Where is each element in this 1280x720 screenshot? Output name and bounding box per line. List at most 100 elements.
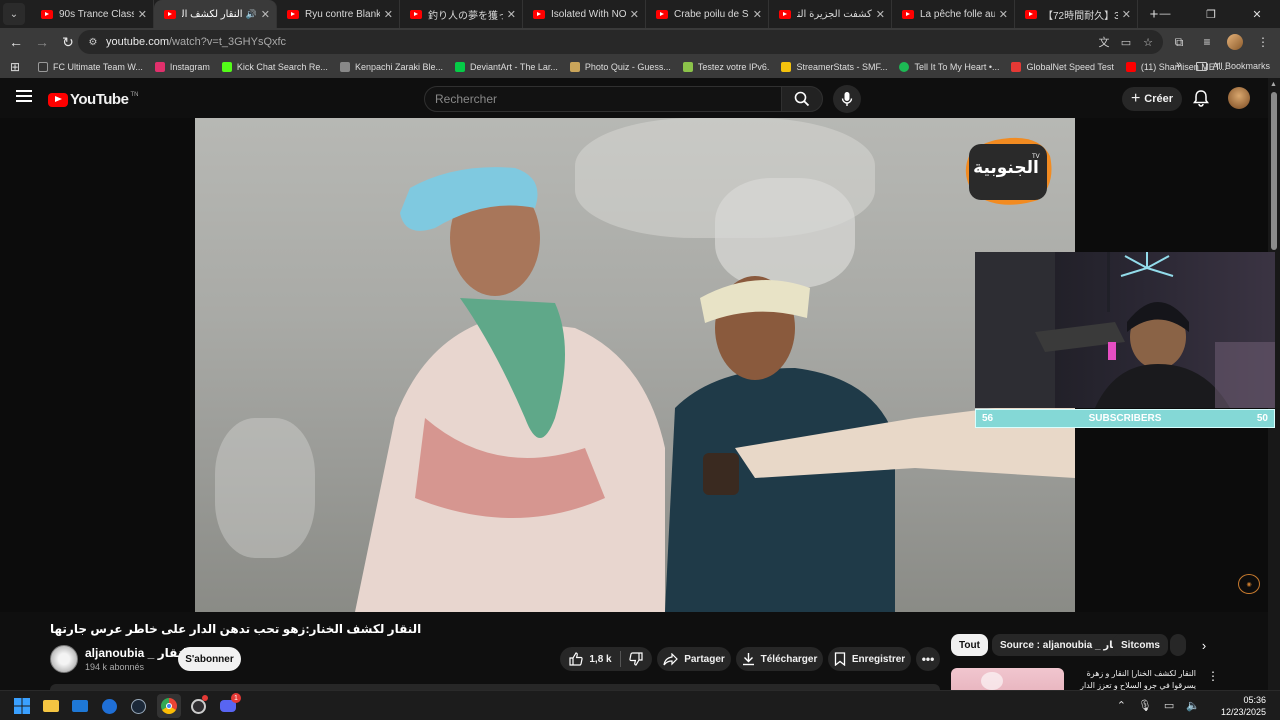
tab-title: Isolated With NO Fo: [551, 8, 626, 20]
close-window-icon[interactable]: ✕: [1234, 0, 1280, 28]
browser-tab[interactable]: Crabe poilu de Sappo ✕: [646, 0, 769, 28]
tab-search-icon[interactable]: ⌄: [3, 3, 25, 25]
steam-icon[interactable]: [126, 694, 150, 718]
create-button[interactable]: + Créer: [1122, 87, 1182, 111]
apps-grid-icon[interactable]: ⊞: [6, 58, 24, 76]
recommended-video-thumbnail[interactable]: [951, 668, 1064, 690]
bookmark-item[interactable]: Tell It To My Heart •...: [899, 62, 999, 72]
notifications-button[interactable]: [1191, 88, 1211, 108]
obs-icon[interactable]: [186, 694, 210, 718]
recommended-video-menu-icon[interactable]: ⋮: [1207, 669, 1219, 683]
restore-icon[interactable]: ❐: [1188, 0, 1234, 28]
edge-app-icon[interactable]: [97, 694, 121, 718]
voice-search-button[interactable]: [833, 85, 861, 113]
tab-close-icon[interactable]: ✕: [999, 8, 1008, 21]
channel-logo-text: الجنوبية: [973, 158, 1039, 177]
tab-close-icon[interactable]: ✕: [630, 8, 639, 21]
channel-subscriber-count: 194 k abonnés: [85, 662, 145, 672]
bookmarks-overflow-icon[interactable]: »: [1176, 59, 1182, 71]
profile-icon[interactable]: [1224, 31, 1246, 53]
browser-tab[interactable]: La pêche folle au Japo ✕: [892, 0, 1015, 28]
all-bookmarks-label: All Bookmarks: [1212, 61, 1270, 71]
tab-close-icon[interactable]: ✕: [138, 8, 147, 21]
subscribe-button[interactable]: S'abonner: [178, 647, 241, 671]
extensions-icon[interactable]: ⧉: [1168, 31, 1190, 53]
tray-chevron-icon[interactable]: ⌃: [1117, 699, 1126, 712]
minimize-icon[interactable]: —: [1142, 0, 1188, 28]
volume-icon[interactable]: 🔈: [1186, 699, 1200, 712]
search-button[interactable]: [781, 86, 823, 112]
bookmark-star-icon[interactable]: ☆: [1139, 33, 1157, 51]
bookmark-item[interactable]: DeviantArt - The Lar...: [454, 62, 558, 72]
channel-avatar[interactable]: [50, 645, 78, 673]
back-icon[interactable]: ←: [4, 30, 28, 54]
like-button[interactable]: 1,8 k: [569, 652, 612, 666]
url-text[interactable]: youtube.com/watch?v=t_3GHYsQxfc: [106, 36, 286, 48]
browser-tab[interactable]: 釣り人の夢を獲った！最 ✕: [400, 0, 523, 28]
cast-icon[interactable]: ▭: [1117, 33, 1135, 51]
channel-logo-tv: TV: [1032, 154, 1040, 160]
all-bookmarks-button[interactable]: All Bookmarks: [1196, 61, 1270, 71]
bookmark-item[interactable]: Testez votre IPv6.: [682, 62, 769, 72]
tab-close-icon[interactable]: ✕: [876, 8, 885, 21]
browser-tab[interactable]: Ryu contre Blanka (IA ✕: [277, 0, 400, 28]
bookmark-label: Instagram: [169, 62, 210, 72]
reload-icon[interactable]: ↻: [56, 30, 80, 54]
bookmark-label: Tell It To My Heart •...: [914, 62, 1000, 72]
media-controls-icon[interactable]: ≡: [1196, 31, 1218, 53]
bookmark-item[interactable]: Kenpachi Zaraki Ble...: [339, 62, 443, 72]
bookmark-item[interactable]: GlobalNet Speed Test: [1011, 62, 1114, 72]
microphone-tray-icon[interactable]: 🎙: [1138, 699, 1152, 712]
youtube-logo[interactable]: YouTube TN: [48, 91, 138, 108]
chrome-icon[interactable]: [157, 694, 181, 718]
bookmark-item[interactable]: StreamerStats - SMF...: [781, 62, 887, 72]
browser-tab[interactable]: 【72時間耐久】3泊4日 ✕: [1015, 0, 1138, 28]
browser-tab[interactable]: كشفت الجزيرة التونسية] ✕: [769, 0, 892, 28]
download-button[interactable]: Télécharger: [736, 647, 823, 671]
chips-next-icon[interactable]: ›: [1194, 635, 1214, 655]
network-icon[interactable]: ▭: [1164, 699, 1174, 712]
discord-badge: 1: [231, 693, 241, 703]
mail-icon[interactable]: [68, 694, 92, 718]
recommended-video-title[interactable]: النقار لكشف الخنار| النقار و زهرة يسرقوا…: [1070, 668, 1196, 690]
channel-name[interactable]: aljanoubia _ النقار: [85, 646, 191, 660]
bookmark-item[interactable]: Instagram: [154, 62, 210, 72]
youtube-favicon-icon: [410, 9, 422, 19]
chip-sitcoms[interactable]: Sitcoms: [1113, 634, 1168, 656]
tab-close-icon[interactable]: ✕: [384, 8, 393, 21]
tab-close-icon[interactable]: ✕: [261, 8, 270, 21]
tab-close-icon[interactable]: ✕: [507, 8, 516, 21]
tab-audio-icon[interactable]: 🔊: [246, 9, 257, 20]
tab-close-icon[interactable]: ✕: [1122, 8, 1131, 21]
address-bar[interactable]: ⚙ youtube.com/watch?v=t_3GHYsQxfc 文 ▭ ☆: [78, 30, 1163, 54]
bookmark-item[interactable]: Photo Quiz - Guess...: [569, 62, 671, 72]
forward-icon[interactable]: →: [30, 30, 54, 54]
share-button[interactable]: Partager: [657, 647, 731, 671]
browser-menu-icon[interactable]: ⋮: [1252, 31, 1274, 53]
browser-tab-active[interactable]: النقار لكشف الخنا🔊 ✕: [154, 0, 277, 28]
more-actions-button[interactable]: •••: [916, 647, 940, 671]
windows-start-icon[interactable]: [10, 694, 34, 718]
discord-icon[interactable]: 1: [216, 693, 241, 718]
chip-partial[interactable]: [1170, 634, 1186, 656]
video-player[interactable]: [195, 118, 1075, 612]
dislike-button[interactable]: [628, 652, 643, 666]
browser-tab[interactable]: Isolated With NO Fo ✕: [523, 0, 646, 28]
translate-icon[interactable]: 文: [1095, 33, 1113, 51]
hamburger-menu-icon[interactable]: [16, 90, 32, 102]
scroll-up-icon[interactable]: ▲: [1270, 81, 1277, 88]
browser-tab[interactable]: 90s Trance Classics M ✕: [31, 0, 154, 28]
bookmark-item[interactable]: FC Ultimate Team W...: [38, 62, 143, 72]
search-input[interactable]: Rechercher: [424, 86, 782, 112]
more-horizontal-icon: •••: [921, 652, 935, 666]
taskbar-clock[interactable]: 05:36 12/23/2025: [1221, 694, 1266, 718]
chip-all[interactable]: Tout: [951, 634, 988, 656]
tab-close-icon[interactable]: ✕: [753, 8, 762, 21]
site-info-icon[interactable]: ⚙: [84, 33, 102, 51]
file-explorer-icon[interactable]: [39, 694, 63, 718]
save-button[interactable]: Enregistrer: [828, 647, 911, 671]
account-avatar[interactable]: [1228, 87, 1250, 109]
scrollbar-thumb[interactable]: [1271, 92, 1277, 250]
bookmark-item[interactable]: Kick Chat Search Re...: [221, 62, 328, 72]
bookmark-label: Kick Chat Search Re...: [236, 62, 328, 72]
